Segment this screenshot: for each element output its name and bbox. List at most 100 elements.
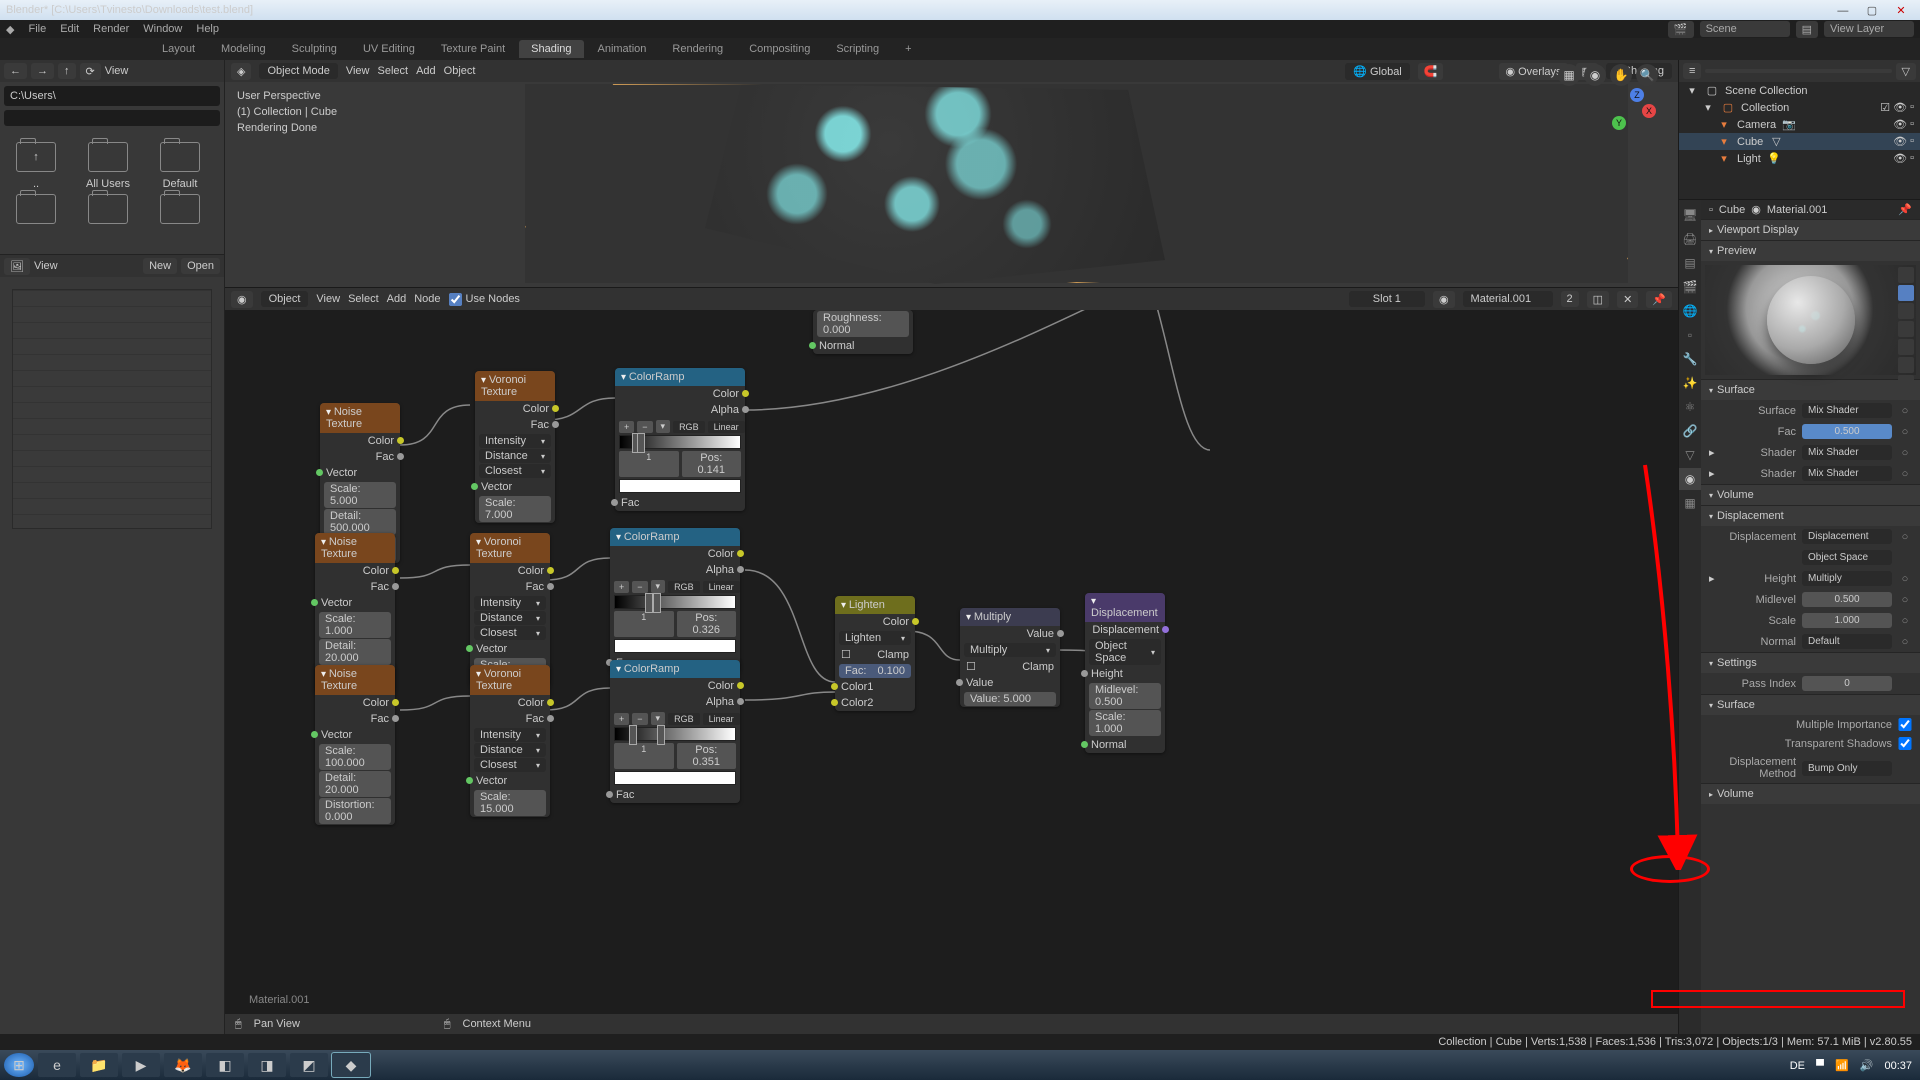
camera-view-icon[interactable]: ▦ bbox=[1558, 64, 1580, 86]
closest-drop[interactable]: Closest bbox=[479, 464, 551, 478]
maximize-button[interactable]: ▢ bbox=[1859, 4, 1885, 17]
snap-icon[interactable]: 🧲 bbox=[1418, 63, 1444, 80]
close-button[interactable]: ✕ bbox=[1888, 4, 1914, 17]
unlink-button[interactable]: ✕ bbox=[1617, 291, 1638, 308]
node-voronoi1[interactable]: ▾ Voronoi Texture Color Fac Intensity Di… bbox=[475, 371, 555, 523]
menu-file[interactable]: File bbox=[28, 23, 46, 35]
height-drop[interactable]: Multiply bbox=[1802, 571, 1892, 586]
new-material-button[interactable]: ◫ bbox=[1587, 291, 1609, 308]
prev-cube-icon[interactable] bbox=[1898, 303, 1914, 319]
node-header[interactable]: ▾ ColorRamp bbox=[610, 528, 740, 546]
node-bsdf-fragment[interactable]: Roughness: 0.000 Normal bbox=[813, 310, 913, 354]
viewlayer-selector[interactable]: View Layer bbox=[1824, 21, 1914, 37]
zoom-icon[interactable]: 🔍 bbox=[1636, 64, 1658, 86]
taskbar-firefox[interactable]: 🦊 bbox=[164, 1053, 202, 1077]
panel-displacement[interactable]: ▾Displacement bbox=[1701, 505, 1920, 526]
fb-folder[interactable]: All Users bbox=[74, 142, 142, 190]
taskbar-ie[interactable]: e bbox=[38, 1053, 76, 1077]
panel-preview[interactable]: ▾Preview bbox=[1701, 240, 1920, 261]
detail-field[interactable]: Detail: 500.000 bbox=[324, 509, 396, 535]
tab-shading[interactable]: Shading bbox=[519, 40, 583, 58]
ne-menu-node[interactable]: Node bbox=[414, 293, 440, 305]
panel-surface[interactable]: ▾Surface bbox=[1701, 379, 1920, 400]
ramp-interp[interactable]: Linear bbox=[708, 421, 745, 433]
blender-logo-icon[interactable]: ◆ bbox=[6, 23, 14, 36]
node-multiply[interactable]: ▾ Multiply Value Multiply ☐ Clamp Value … bbox=[960, 608, 1060, 707]
ie-new-button[interactable]: New bbox=[143, 258, 177, 274]
tab-object[interactable]: ▫ bbox=[1679, 324, 1701, 346]
tray-clock[interactable]: 00:37 bbox=[1884, 1060, 1912, 1072]
node-header[interactable]: ▾ ColorRamp bbox=[610, 660, 740, 678]
nav-gizmo[interactable]: X Y Z bbox=[1612, 88, 1658, 134]
node-header[interactable]: ▾ Voronoi Texture bbox=[475, 371, 555, 401]
tab-material[interactable]: ◉ bbox=[1679, 468, 1701, 490]
tray-flag-icon[interactable]: ▀ bbox=[1816, 1060, 1824, 1072]
tab-texturepaint[interactable]: Texture Paint bbox=[429, 40, 517, 58]
normal-drop[interactable]: Default bbox=[1802, 634, 1892, 649]
tray-lang[interactable]: DE bbox=[1790, 1060, 1805, 1072]
pin-icon[interactable]: 📌 bbox=[1646, 291, 1672, 308]
prev-sphere-icon[interactable] bbox=[1898, 285, 1914, 301]
node-header[interactable]: ▾ Noise Texture bbox=[320, 403, 400, 433]
node-header[interactable]: ▾ Voronoi Texture bbox=[470, 665, 550, 695]
tab-compositing[interactable]: Compositing bbox=[737, 40, 822, 58]
tab-scripting[interactable]: Scripting bbox=[824, 40, 891, 58]
node-header[interactable]: ▾ Multiply bbox=[960, 608, 1060, 626]
minimize-button[interactable]: — bbox=[1830, 5, 1856, 17]
vp-menu-add[interactable]: Add bbox=[416, 65, 436, 77]
menu-help[interactable]: Help bbox=[196, 23, 219, 35]
tab-world[interactable]: 🌐 bbox=[1679, 300, 1701, 322]
viewlayer-icon[interactable]: ▤ bbox=[1796, 21, 1818, 38]
taskbar-app3[interactable]: ◩ bbox=[290, 1053, 328, 1077]
taskbar-app[interactable]: ◧ bbox=[206, 1053, 244, 1077]
tab-particle[interactable]: ✨ bbox=[1679, 372, 1701, 394]
panel-volume[interactable]: ▾Volume bbox=[1701, 484, 1920, 505]
prev-fluid-icon[interactable] bbox=[1898, 375, 1914, 391]
menu-window[interactable]: Window bbox=[143, 23, 182, 35]
node-header[interactable]: ▾ Voronoi Texture bbox=[470, 533, 550, 563]
menu-render[interactable]: Render bbox=[93, 23, 129, 35]
outliner-light[interactable]: ▾Light💡👁▫ bbox=[1679, 150, 1920, 167]
node-colorramp3[interactable]: ▾ ColorRamp Color Alpha +−▾RGBLinear 1Po… bbox=[610, 660, 740, 803]
node-editor[interactable]: ◉ Object View Select Add Node Use Nodes … bbox=[225, 288, 1678, 1034]
node-colorramp2[interactable]: ▾ ColorRamp Color Alpha +−▾RGBLinear 1Po… bbox=[610, 528, 740, 671]
tray-volume-icon[interactable]: 🔊 bbox=[1860, 1060, 1874, 1072]
material-users[interactable]: 2 bbox=[1561, 291, 1579, 307]
tab-modifier[interactable]: 🔧 bbox=[1679, 348, 1701, 370]
pan-icon[interactable]: ✋ bbox=[1610, 64, 1632, 86]
node-header[interactable]: ▾ ColorRamp bbox=[615, 368, 745, 386]
perspective-icon[interactable]: ◉ bbox=[1584, 64, 1606, 86]
fb-folder[interactable] bbox=[74, 194, 142, 230]
tab-texture[interactable]: ▦ bbox=[1679, 492, 1701, 514]
ie-view-menu[interactable]: View bbox=[34, 260, 58, 272]
tray-network-icon[interactable]: 📶 bbox=[1835, 1060, 1849, 1072]
node-header[interactable]: ▾ Noise Texture bbox=[315, 665, 395, 695]
fac-field[interactable]: 0.500 bbox=[1802, 424, 1892, 439]
orientation-selector[interactable]: 🌐 Global bbox=[1345, 63, 1410, 80]
surface-shader-drop[interactable]: Mix Shader bbox=[1802, 403, 1892, 418]
outliner-cube[interactable]: ▾Cube▽👁▫ bbox=[1679, 133, 1920, 150]
prev-hair-icon[interactable] bbox=[1898, 321, 1914, 337]
prev-shaderball-icon[interactable] bbox=[1898, 339, 1914, 355]
scene-icon[interactable]: 🎬 bbox=[1668, 21, 1694, 38]
use-nodes-checkbox[interactable]: Use Nodes bbox=[449, 293, 520, 306]
node-displacement[interactable]: ▾ Displacement Displacement Object Space… bbox=[1085, 593, 1165, 753]
outliner-type-icon[interactable]: ≡ bbox=[1683, 63, 1701, 79]
ramp-add[interactable]: + bbox=[619, 421, 634, 433]
fb-filter-input[interactable] bbox=[4, 110, 220, 126]
node-voronoi2[interactable]: ▾ Voronoi Texture Color Fac Intensity Di… bbox=[470, 533, 550, 685]
panel-viewport-display[interactable]: ▸Viewport Display bbox=[1701, 219, 1920, 240]
outliner-filter-icon[interactable]: ▽ bbox=[1896, 63, 1916, 80]
menu-edit[interactable]: Edit bbox=[60, 23, 79, 35]
scene-selector[interactable]: Scene bbox=[1700, 21, 1790, 37]
node-header[interactable]: ▾ Lighten bbox=[835, 596, 915, 614]
viewport-3d[interactable]: ◈ Object Mode View Select Add Object 🌐 G… bbox=[225, 60, 1678, 288]
scale-field[interactable]: Scale: 7.000 bbox=[479, 496, 551, 522]
intensity-drop[interactable]: Intensity bbox=[479, 434, 551, 448]
node-colorramp1[interactable]: ▾ ColorRamp Color Alpha +−▾RGBLinear 1Po… bbox=[615, 368, 745, 511]
fb-folder[interactable]: Default bbox=[146, 142, 214, 190]
material-icon[interactable]: ◉ bbox=[1433, 291, 1455, 308]
fb-fwd-icon[interactable]: → bbox=[31, 63, 54, 79]
system-tray[interactable]: DE ▀ 📶 🔊 00:37 bbox=[1786, 1059, 1916, 1072]
distance-drop[interactable]: Distance bbox=[479, 449, 551, 463]
